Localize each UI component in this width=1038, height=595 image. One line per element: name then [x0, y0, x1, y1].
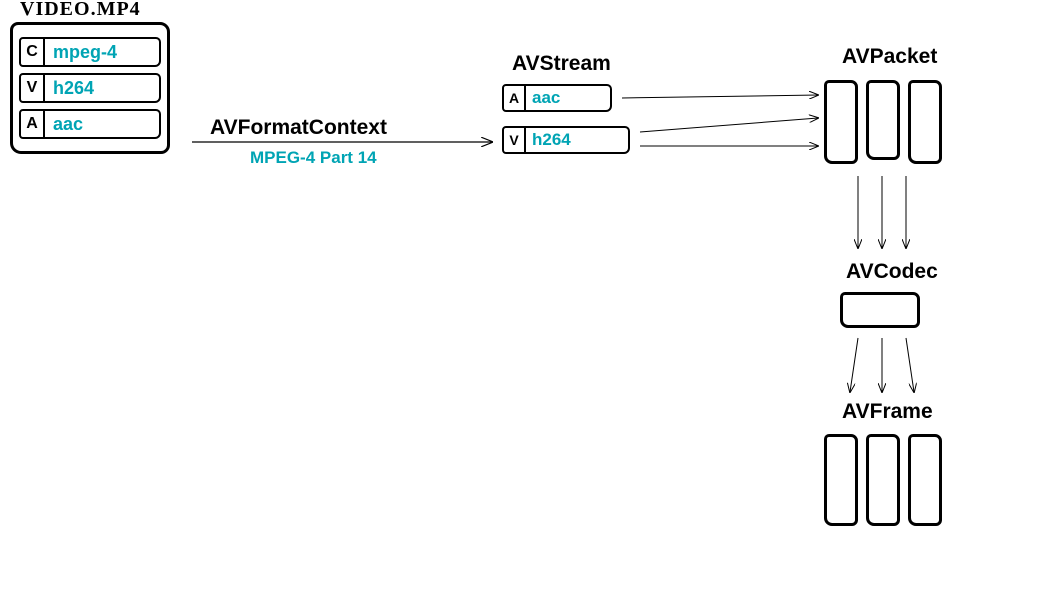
- avpacket-box: [908, 80, 942, 164]
- avframe-box: [866, 434, 900, 526]
- video-badge: V: [19, 73, 45, 103]
- file-entry-video: V h264: [19, 73, 161, 103]
- avstream-video-badge: V: [502, 126, 526, 154]
- video-filename: video.mp4: [20, 0, 141, 21]
- avpacket-box: [824, 80, 858, 164]
- avstream-audio-label: aac: [526, 84, 612, 112]
- avcodec-title: AVCodec: [846, 260, 938, 284]
- avcodec-box: [840, 292, 920, 328]
- video-label: h264: [45, 73, 161, 103]
- file-entry-container: C mpeg-4: [19, 37, 161, 67]
- avframe-title: AVFrame: [842, 400, 933, 424]
- avframe-box: [824, 434, 858, 526]
- avformatcontext-title: AVFormatContext: [210, 116, 387, 140]
- avframe-group: [824, 434, 942, 526]
- audio-badge: A: [19, 109, 45, 139]
- avframe-box: [908, 434, 942, 526]
- container-badge: C: [19, 37, 45, 67]
- avstream-title: AVStream: [512, 52, 611, 76]
- avstream-audio-badge: A: [502, 84, 526, 112]
- avstream-video-label: h264: [526, 126, 630, 154]
- avpacket-box: [866, 80, 900, 160]
- file-entry-audio: A aac: [19, 109, 161, 139]
- container-label: mpeg-4: [45, 37, 161, 67]
- audio-label: aac: [45, 109, 161, 139]
- avformatcontext-subtitle: MPEG-4 Part 14: [250, 148, 377, 168]
- avpacket-title: AVPacket: [842, 45, 937, 69]
- avpacket-group: [824, 80, 942, 164]
- avstream-audio: A aac: [502, 84, 612, 112]
- avstream-video: V h264: [502, 126, 630, 154]
- video-file-container: C mpeg-4 V h264 A aac: [10, 22, 170, 154]
